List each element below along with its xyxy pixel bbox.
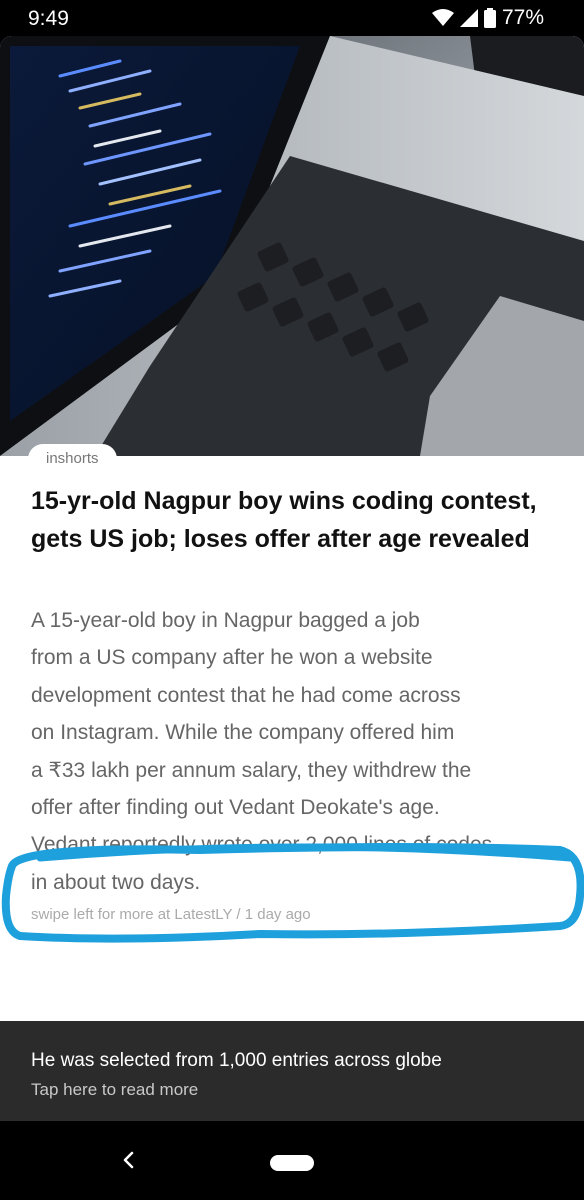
footer-title: He was selected from 1,000 entries acros… — [31, 1050, 442, 1071]
body-line: development contest that he had come acr… — [31, 683, 461, 707]
battery-icon — [483, 8, 496, 28]
status-icons: 77% — [431, 6, 544, 30]
body-line: in about two days. — [31, 870, 201, 894]
home-pill-icon[interactable] — [270, 1155, 314, 1171]
battery-percent: 77% — [501, 6, 544, 29]
back-icon[interactable] — [118, 1149, 140, 1171]
signal-icon — [459, 9, 478, 27]
body-line: Vedant reportedly wrote over 2,000 lines… — [31, 833, 493, 857]
body-line: A 15-year-old boy in Nagpur bagged a job — [31, 609, 420, 632]
body-line: a ₹33 lakh per annum salary, they withdr… — [31, 758, 472, 782]
article-body: A 15-year-old boy in Nagpur bagged a job… — [31, 602, 571, 901]
article-meta[interactable]: swipe left for more at LatestLY / 1 day … — [31, 906, 311, 923]
body-line: from a US company after he won a website — [31, 646, 433, 670]
read-more-footer[interactable]: He was selected from 1,000 entries acros… — [0, 1021, 584, 1121]
status-bar: 9:49 77% — [0, 0, 584, 36]
source-label: inshorts — [28, 444, 117, 474]
body-line: on Instagram. While the company offered … — [31, 721, 455, 745]
system-nav-bar — [0, 1121, 584, 1200]
article-headline: 15-yr-old Nagpur boy wins coding contest… — [31, 487, 537, 553]
news-card[interactable]: inshorts 15-yr-old Nagpur boy wins codin… — [0, 36, 584, 1021]
read-more-link[interactable]: Tap here to read more — [31, 1080, 198, 1100]
wifi-icon — [431, 9, 454, 26]
article-image — [0, 36, 584, 456]
body-line: offer after finding out Vedant Deokate's… — [31, 796, 440, 820]
status-time: 9:49 — [28, 7, 69, 30]
